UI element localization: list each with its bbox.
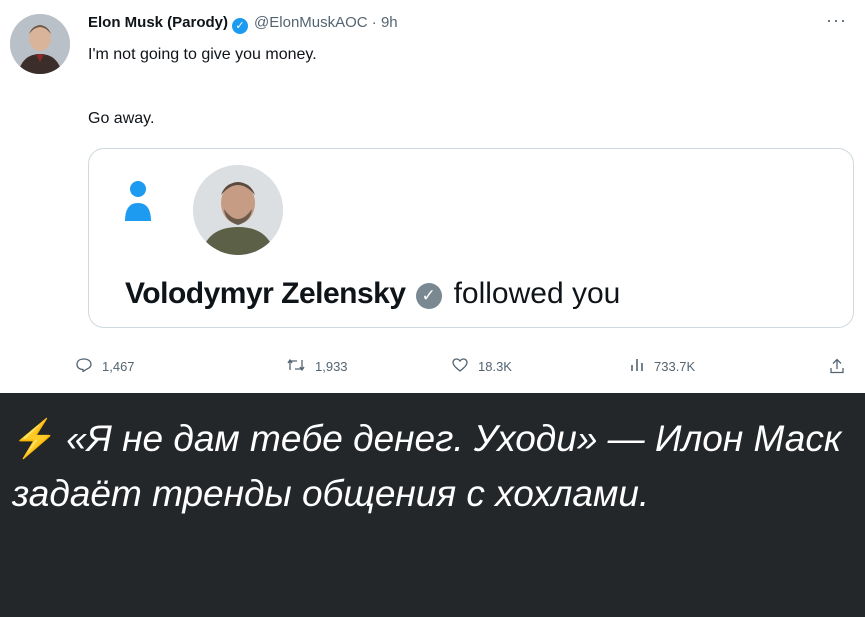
views-button[interactable]: 733.7K [630, 358, 695, 377]
retweet-button[interactable]: 1,933 [287, 358, 348, 377]
separator-dot: · [371, 14, 377, 31]
tweet[interactable]: Elon Musk (Parody) ✓ @ElonMuskAOC · 9h ···… [0, 0, 865, 393]
tweet-time[interactable]: 9h [381, 14, 398, 31]
like-count: 18.3K [478, 359, 512, 374]
more-options-icon[interactable]: ··· [826, 10, 847, 31]
author-handle[interactable]: @ElonMuskAOC [254, 14, 368, 31]
reply-button[interactable]: 1,467 [76, 358, 135, 377]
retweet-count: 1,933 [315, 359, 348, 374]
follower-name[interactable]: Volodymyr Zelensky [125, 277, 406, 310]
tweet-action-bar: 1,467 1,933 18.3K 733.7K [0, 352, 865, 382]
like-button[interactable]: 18.3K [452, 358, 512, 377]
caption-text-block: ⚡ «Я не дам тебе денег. Уходи» — Илон Мас… [12, 411, 857, 521]
verified-badge-icon: ✓ [415, 283, 442, 309]
share-button[interactable] [830, 358, 854, 379]
person-icon [123, 177, 153, 227]
tweet-header: Elon Musk (Parody) ✓ @ElonMuskAOC · 9h [88, 14, 398, 34]
author-name[interactable]: Elon Musk (Parody) [88, 14, 228, 31]
views-chart-icon [630, 358, 644, 377]
heart-icon [452, 358, 468, 377]
embedded-notification-card[interactable]: Volodymyr Zelensky ✓ followed you [88, 148, 854, 328]
tweet-text-line-1: I'm not going to give you money. [88, 46, 317, 63]
share-icon [830, 358, 844, 379]
caption-banner: ⚡ «Я не дам тебе денег. Уходи» — Илон Мас… [0, 393, 865, 617]
retweet-icon [287, 358, 305, 377]
views-count: 733.7K [654, 359, 696, 374]
tweet-text-line-2: Go away. [88, 110, 155, 127]
follower-avatar[interactable] [193, 165, 283, 255]
follow-notification-text: Volodymyr Zelensky ✓ followed you [125, 277, 620, 311]
lightning-icon: ⚡ [12, 418, 59, 459]
author-avatar[interactable] [10, 14, 70, 74]
followed-you-label: followed you [453, 277, 621, 310]
caption-text: «Я не дам тебе денег. Уходи» — Илон Маск… [12, 418, 842, 514]
verified-badge-icon: ✓ [232, 18, 249, 34]
reply-count: 1,467 [102, 359, 135, 374]
reply-icon [76, 358, 92, 377]
